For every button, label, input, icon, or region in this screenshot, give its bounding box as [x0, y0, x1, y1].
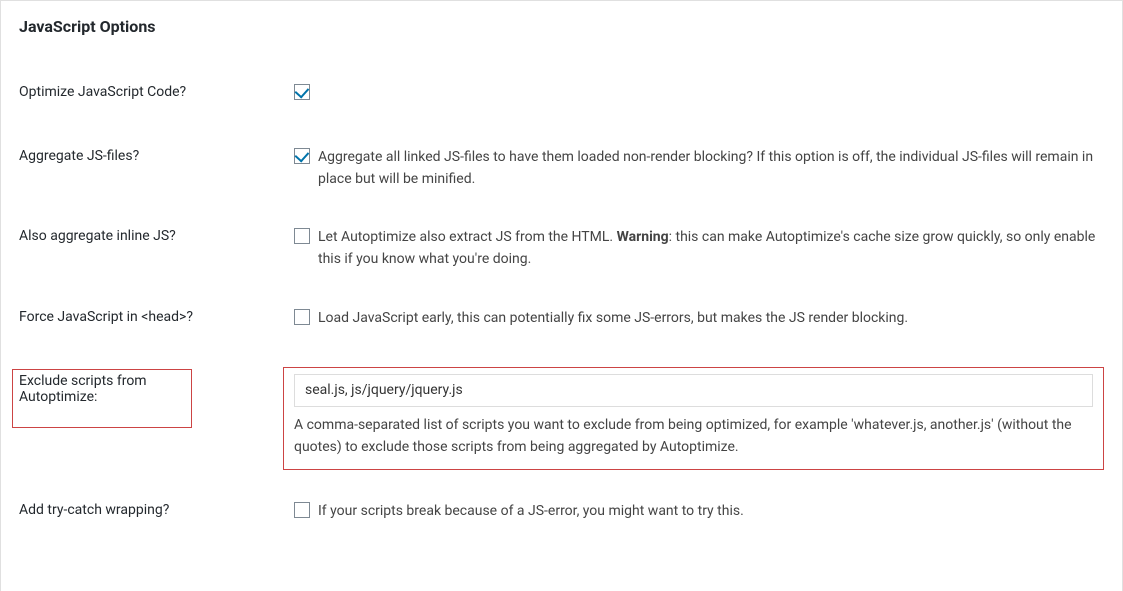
- trycatch-checkbox[interactable]: [294, 502, 310, 518]
- force-head-label: Force JavaScript in <head>?: [19, 307, 294, 325]
- row-trycatch: Add try-catch wrapping? If your scripts …: [19, 482, 1104, 546]
- optimize-js-label: Optimize JavaScript Code?: [19, 82, 294, 100]
- exclude-scripts-control-highlight: A comma-separated list of scripts you wa…: [283, 367, 1104, 470]
- exclude-scripts-label-highlight: Exclude scripts from Autoptimize:: [12, 369, 192, 428]
- row-aggregate-js: Aggregate JS-files? Aggregate all linked…: [19, 128, 1104, 208]
- row-inline-js: Also aggregate inline JS? Let Autoptimiz…: [19, 208, 1104, 288]
- exclude-scripts-label: Exclude scripts from Autoptimize:: [19, 373, 147, 405]
- inline-js-label: Also aggregate inline JS?: [19, 226, 294, 244]
- inline-js-desc-pre: Let Autoptimize also extract JS from the…: [318, 229, 617, 245]
- trycatch-desc: If your scripts break because of a JS-er…: [318, 500, 744, 523]
- inline-js-checkbox[interactable]: [294, 228, 310, 244]
- trycatch-control: If your scripts break because of a JS-er…: [294, 500, 1104, 523]
- javascript-options-panel: JavaScript Options Optimize JavaScript C…: [0, 0, 1123, 591]
- row-optimize-js: Optimize JavaScript Code?: [19, 64, 1104, 128]
- aggregate-js-checkbox[interactable]: [294, 148, 310, 164]
- inline-js-desc-bold: Warning: [617, 229, 669, 245]
- force-head-control: Load JavaScript early, this can potentia…: [294, 307, 1104, 330]
- trycatch-label: Add try-catch wrapping?: [19, 500, 294, 518]
- aggregate-js-control: Aggregate all linked JS-files to have th…: [294, 146, 1104, 190]
- aggregate-js-label: Aggregate JS-files?: [19, 146, 294, 164]
- force-head-checkbox[interactable]: [294, 309, 310, 325]
- inline-js-control: Let Autoptimize also extract JS from the…: [294, 226, 1104, 270]
- exclude-scripts-input[interactable]: [294, 374, 1093, 408]
- row-exclude-scripts: Exclude scripts from Autoptimize: A comm…: [19, 353, 1104, 482]
- inline-js-desc: Let Autoptimize also extract JS from the…: [318, 226, 1104, 270]
- optimize-js-control: [294, 82, 1104, 100]
- optimize-js-checkbox[interactable]: [294, 84, 310, 100]
- aggregate-js-desc: Aggregate all linked JS-files to have th…: [318, 146, 1104, 190]
- section-title: JavaScript Options: [19, 17, 1104, 36]
- force-head-desc: Load JavaScript early, this can potentia…: [318, 307, 908, 330]
- row-force-head: Force JavaScript in <head>? Load JavaScr…: [19, 289, 1104, 353]
- exclude-scripts-label-wrap: Exclude scripts from Autoptimize:: [19, 367, 294, 428]
- exclude-scripts-control: A comma-separated list of scripts you wa…: [294, 367, 1104, 470]
- exclude-scripts-hint: A comma-separated list of scripts you wa…: [294, 415, 1093, 458]
